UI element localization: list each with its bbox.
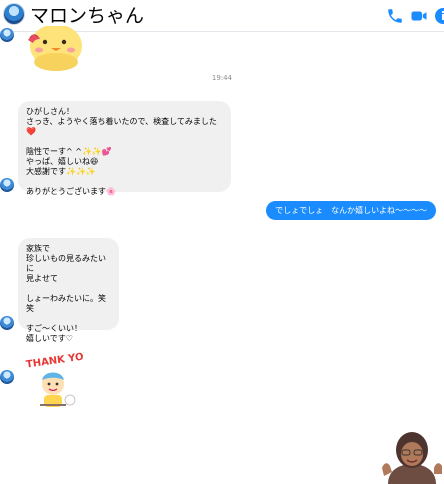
info-icon[interactable]: [434, 7, 444, 25]
contact-avatar[interactable]: [3, 3, 25, 25]
contact-avatar-small[interactable]: [0, 316, 14, 330]
message-timestamp: 19:44: [211, 74, 233, 82]
contact-avatar-small[interactable]: [0, 28, 14, 42]
outgoing-message[interactable]: でしょでしょ なんか嬉しいよね〜〜〜〜: [266, 201, 436, 220]
thank-you-text: THANK YOU!: [25, 350, 84, 371]
incoming-message[interactable]: 家族で 珍しいもの見るみたいに 見よせて しょーわみたいに。笑笑 すご〜くいい！…: [18, 238, 119, 343]
contact-avatar-small[interactable]: [0, 178, 14, 192]
incoming-message[interactable]: ひがしさん！ さっき、ようやく落ち着いたので、検査してみました❤️ 陰性でーす^…: [18, 101, 231, 196]
contact-avatar-small[interactable]: [0, 370, 14, 384]
thank-you-sticker: THANK YOU!: [25, 350, 84, 407]
phone-icon[interactable]: [386, 7, 404, 25]
video-icon[interactable]: [410, 7, 428, 25]
avatar-sticker: [382, 432, 442, 484]
chick-sticker: [28, 26, 82, 71]
